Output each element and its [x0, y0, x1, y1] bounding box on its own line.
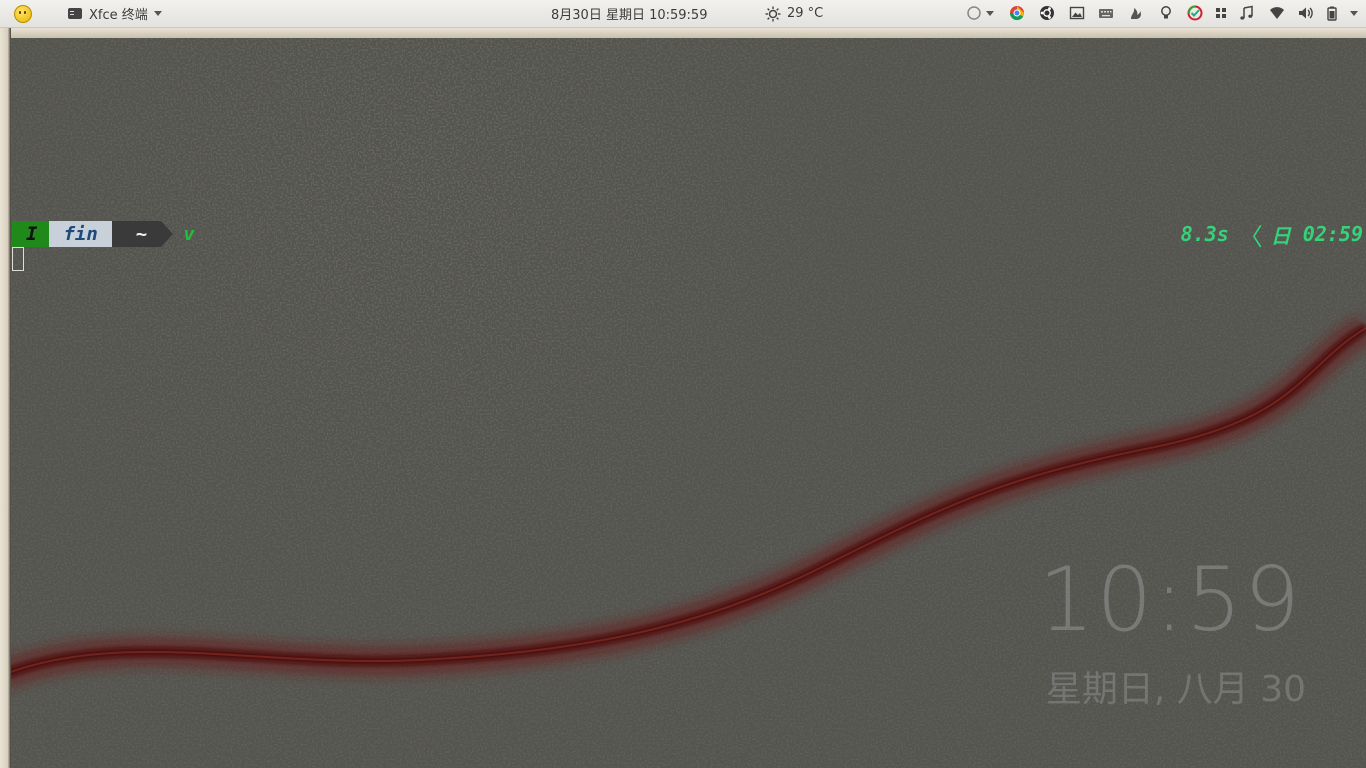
vi-mode-segment: I: [12, 221, 50, 247]
power-status-icon[interactable]: [966, 5, 982, 21]
chevron-left-icon: 〈: [1238, 222, 1263, 251]
panel-clock[interactable]: 8月30日 星期日 10:59:59: [551, 0, 707, 27]
vi-mode-label: I: [26, 223, 38, 245]
prompt-time: 02:59: [1302, 222, 1363, 246]
sync-check-icon[interactable]: [1187, 5, 1203, 21]
whisker-menu-button[interactable]: [14, 0, 32, 27]
panel-menu-caret[interactable]: [1350, 0, 1358, 27]
command-duration: 8.3s: [1180, 222, 1229, 246]
weather-indicator[interactable]: 29 °C: [765, 0, 823, 27]
user-segment: fin: [49, 221, 112, 247]
chevron-down-icon: [1350, 11, 1358, 16]
sun-icon: [765, 6, 781, 21]
battery-icon[interactable]: [1324, 5, 1340, 21]
power-menu-caret[interactable]: [986, 0, 994, 27]
segment-separator: [161, 221, 174, 247]
flame-icon[interactable]: [1128, 5, 1144, 21]
top-panel: Xfce 终端 8月30日 星期日 10:59:59 29 °C: [0, 0, 1366, 28]
desktop-clock-date: 星期日, 八月 30: [1045, 669, 1306, 710]
panel-datetime: 8月30日 星期日 10:59:59: [551, 8, 708, 23]
terminal-prompt: I fin ~ v: [12, 221, 195, 247]
apps-grid-icon[interactable]: [1213, 5, 1229, 21]
terminal-frame-left: [0, 28, 11, 768]
smiley-icon: [14, 4, 32, 23]
right-prompt: 8.3s 〈 日 02:59: [1180, 221, 1363, 251]
music-icon[interactable]: [1238, 5, 1254, 21]
prompt-day: 日: [1270, 223, 1291, 248]
dir-label: ~: [135, 223, 148, 245]
volume-icon[interactable]: [1297, 5, 1313, 21]
dir-segment: ~: [111, 221, 162, 247]
lightbulb-icon[interactable]: [1158, 5, 1174, 21]
keyboard-icon[interactable]: [1098, 5, 1114, 21]
terminal-frame-top: [0, 28, 1366, 38]
wifi-icon[interactable]: [1269, 5, 1285, 21]
chevron-down-icon: [153, 11, 162, 16]
image-viewer-icon[interactable]: [1069, 5, 1085, 21]
wallpaper-image: [0, 28, 1366, 768]
terminal-icon: [68, 8, 82, 19]
desktop: I fin ~ v 8.3s 〈 日 02:59 10:59 星期日, 八月 3…: [0, 28, 1366, 768]
chevron-down-icon: [986, 11, 994, 16]
terminal-cursor[interactable]: [12, 247, 24, 271]
weather-temperature: 29 °C: [787, 6, 824, 21]
chrome-icon[interactable]: [1009, 5, 1025, 21]
user-label: fin: [63, 223, 98, 245]
prompt-char: v: [183, 223, 195, 245]
ubuntu-icon[interactable]: [1039, 5, 1055, 21]
app-menu[interactable]: Xfce 终端: [68, 0, 162, 27]
desktop-clock-time: 10:59: [1038, 548, 1302, 651]
app-menu-title: Xfce 终端: [89, 8, 148, 23]
